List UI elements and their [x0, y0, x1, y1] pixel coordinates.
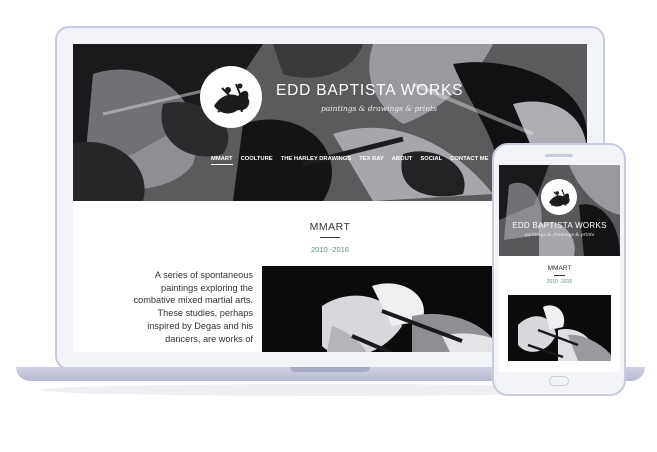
nav-item-mmart[interactable]: MMART	[211, 156, 233, 165]
phone-site-tagline: paintings & drawings & prints	[524, 233, 595, 238]
phone-painting-image	[508, 295, 611, 361]
nav-item-coolture[interactable]: COOLTURE	[241, 156, 273, 165]
fighters-logo-icon	[214, 83, 250, 114]
main-nav: MMART COOLTURE THE HARLEY DRAWINGS TEX R…	[211, 156, 496, 165]
phone-hero-banner: EDD BAPTISTA WORKS paintings & drawings …	[499, 165, 620, 256]
phone-fighters-logo-icon	[549, 189, 570, 207]
site-title[interactable]: EDD BAPTISTA WORKS	[276, 82, 463, 100]
series-description: A series of spontaneous paintings explor…	[133, 270, 253, 344]
phone-title-divider	[554, 275, 565, 276]
nav-item-about[interactable]: ABOUT	[392, 156, 413, 165]
phone-featured-painting[interactable]	[508, 295, 611, 361]
phone-home-button	[549, 376, 569, 386]
phone-page-years: 2010 -2016	[546, 279, 573, 285]
nav-item-social[interactable]: SOCIAL	[420, 156, 442, 165]
site-tagline: paintings & drawings & prints	[321, 104, 437, 113]
phone-page-title: MMART	[547, 265, 572, 272]
phone-site-title[interactable]: EDD BAPTISTA WORKS	[499, 221, 620, 230]
title-divider	[320, 237, 340, 238]
laptop-notch	[290, 367, 370, 372]
site-logo[interactable]	[200, 66, 262, 128]
nav-item-contact-me[interactable]: CONTACT ME	[450, 156, 488, 165]
nav-item-tex-ray[interactable]: TEX RAY	[359, 156, 384, 165]
phone-screen: EDD BAPTISTA WORKS paintings & drawings …	[499, 165, 620, 372]
nav-item-harley-drawings[interactable]: THE HARLEY DRAWINGS	[281, 156, 351, 165]
phone-speaker	[545, 154, 573, 157]
phone-site-logo[interactable]	[541, 179, 577, 215]
